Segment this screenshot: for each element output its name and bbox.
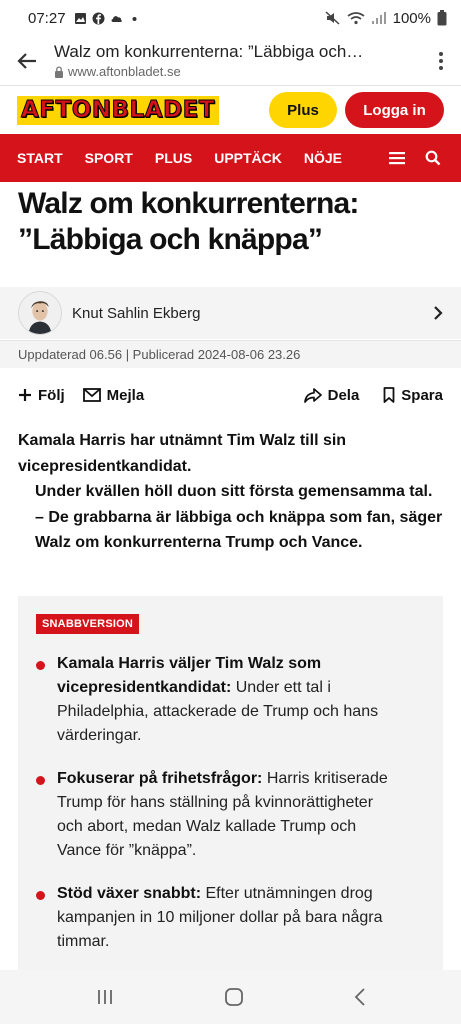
summary-box: SNABBVERSION Kamala Harris väljer Tim Wa… — [18, 596, 443, 970]
status-time: 07:27 — [28, 9, 66, 27]
facebook-icon — [92, 12, 105, 24]
nav-item-noje[interactable]: NÖJE — [304, 150, 342, 166]
browser-url: www.aftonbladet.se — [68, 64, 181, 79]
follow-button[interactable]: Följ — [18, 387, 65, 404]
article-headline: Walz om konkurrenterna: ”Läbbiga och knä… — [18, 187, 359, 256]
plus-icon — [19, 389, 31, 401]
nav-item-start[interactable]: START — [17, 150, 63, 166]
author-name: Knut Sahlin Ekberg — [72, 304, 201, 322]
home-icon[interactable] — [224, 987, 244, 1007]
summary-badge: SNABBVERSION — [36, 614, 140, 634]
bookmark-icon — [383, 387, 395, 403]
cloud-icon — [111, 15, 122, 22]
summary-item: Stöd växer snabbt: Efter utnämningen dro… — [36, 882, 425, 954]
bullet-dot — [36, 776, 45, 785]
arrow-left-icon — [17, 52, 36, 69]
system-navigation-bar — [0, 970, 461, 1024]
lead-paragraph: Kamala Harris har utnämnt Tim Walz till … — [18, 432, 347, 475]
recent-apps-icon[interactable] — [95, 988, 115, 1006]
main-nav: START SPORT PLUS UPPTÄCK NÖJE — [0, 134, 461, 182]
author-row[interactable]: Knut Sahlin Ekberg — [0, 287, 461, 339]
article-meta: Uppdaterad 06.56 | Publicerad 2024-08-06… — [0, 340, 461, 368]
lock-icon — [55, 65, 63, 78]
back-button[interactable] — [0, 36, 54, 86]
plus-button[interactable]: Plus — [269, 92, 337, 128]
lead-paragraph: – De grabbarna är läbbiga och knäppa som… — [35, 508, 443, 552]
browser-menu-button[interactable] — [421, 36, 461, 86]
article-lead: Kamala Harris har utnämnt Tim Walz till … — [18, 428, 443, 556]
dot-icon — [132, 16, 137, 21]
gallery-icon — [74, 12, 86, 24]
article-actions: Följ Mejla Dela Spara — [0, 378, 461, 412]
summary-item: Kamala Harris väljer Tim Walz som vicepr… — [36, 652, 425, 748]
email-button[interactable]: Mejla — [82, 387, 144, 404]
share-button[interactable]: Dela — [303, 387, 359, 404]
aftonbladet-logo[interactable]: AFTONBLADET — [17, 95, 219, 125]
lead-paragraph: Under kvällen höll duon sitt första geme… — [35, 483, 433, 500]
battery-icon — [437, 10, 447, 26]
status-bar: 07:27 100% — [0, 0, 461, 36]
mail-icon — [82, 388, 101, 402]
save-button[interactable]: Spara — [383, 387, 443, 404]
login-button[interactable]: Logga in — [345, 92, 444, 128]
signal-icon — [371, 12, 386, 24]
mute-icon — [325, 11, 340, 25]
hamburger-menu-icon[interactable] — [389, 151, 405, 165]
search-icon[interactable] — [425, 150, 441, 166]
url-block[interactable]: Walz om konkurrenterna: ”Läbbiga och… ww… — [54, 42, 421, 79]
nav-item-sport[interactable]: SPORT — [85, 150, 133, 166]
author-photo — [19, 292, 61, 334]
browser-address-bar: Walz om konkurrenterna: ”Läbbiga och… ww… — [0, 36, 461, 86]
bullet-dot — [36, 661, 45, 670]
summary-item: Fokuserar på frihetsfrågor: Harris kriti… — [36, 767, 425, 863]
site-header: AFTONBLADET Plus Logga in — [0, 86, 461, 134]
avatar — [18, 291, 62, 335]
nav-item-plus[interactable]: PLUS — [155, 150, 192, 166]
chevron-right-icon — [434, 306, 443, 320]
share-icon — [303, 387, 322, 403]
nav-item-upptack[interactable]: UPPTÄCK — [214, 150, 282, 166]
wifi-icon — [347, 12, 365, 25]
bullet-dot — [36, 891, 45, 900]
more-vertical-icon — [439, 51, 443, 70]
browser-page-title: Walz om konkurrenterna: ”Läbbiga och… — [54, 42, 364, 61]
back-nav-icon[interactable] — [353, 987, 367, 1007]
battery-percent: 100% — [392, 9, 431, 27]
